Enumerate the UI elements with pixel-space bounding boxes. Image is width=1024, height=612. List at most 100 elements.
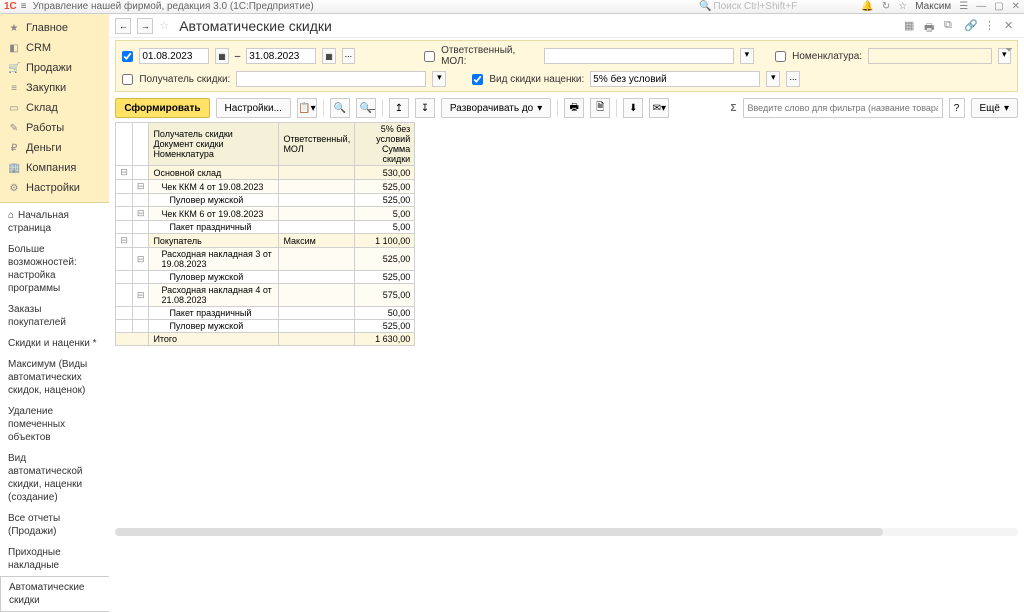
date-dash: –	[235, 51, 241, 62]
email-icon[interactable]: ✉▾	[649, 98, 669, 118]
main-area: ← → ☆ Автоматические скидки ▦ 🖶 ⧉ 🔗 ⋮ ✕ …	[109, 14, 1024, 538]
discount-type-dropdown-icon[interactable]: ▾	[766, 71, 780, 87]
responsible-input[interactable]	[544, 48, 734, 64]
menu-icon[interactable]: ≡	[21, 1, 27, 12]
responsible-checkbox[interactable]	[424, 51, 435, 62]
find-icon[interactable]: 🔍	[330, 98, 350, 118]
table-row[interactable]: ⊟Чек ККМ 4 от 19.08.2023525,00	[116, 180, 415, 194]
sidebar-item[interactable]: ≡Закупки	[0, 78, 109, 98]
nav-label: Компания	[26, 162, 76, 174]
table-row[interactable]: Пуловер мужской525,00	[116, 194, 415, 207]
sidebar-item[interactable]: ★Главное	[0, 18, 109, 38]
sidebar-item[interactable]: ₽Деньги	[0, 138, 109, 158]
sidebar-sub-item[interactable]: Скидки и наценки *	[0, 333, 109, 354]
sidebar-item[interactable]: ⚙Настройки	[0, 178, 109, 198]
print-icon[interactable]: 🖶	[924, 19, 938, 33]
nav-label: Продажи	[26, 62, 72, 74]
sidebar-item[interactable]: 🏢Компания	[0, 158, 109, 178]
toolbar: Сформировать Настройки... 📋▾ 🔍 🔍̶ ↥ ↧ Ра…	[109, 94, 1024, 122]
close-tab-icon[interactable]: ✕	[1004, 19, 1018, 33]
sidebar-item[interactable]: 🛒Продажи	[0, 58, 109, 78]
date-to-input[interactable]	[246, 48, 316, 64]
minimize-icon[interactable]: —	[976, 1, 986, 12]
expand-icon[interactable]: ↧	[415, 98, 435, 118]
clip-icon[interactable]: ⧉	[944, 19, 958, 33]
nomenclature-input[interactable]	[868, 48, 992, 64]
sidebar-sub-item[interactable]: Приходные накладные	[0, 542, 109, 576]
print-button-icon[interactable]: 🖶	[564, 98, 584, 118]
star-icon[interactable]: ☆	[898, 1, 907, 12]
nav-icon: ✎	[8, 123, 20, 134]
horizontal-scrollbar[interactable]	[115, 528, 1018, 536]
date-from-input[interactable]	[139, 48, 209, 64]
nomenclature-checkbox[interactable]	[775, 51, 786, 62]
tree-header-2	[132, 123, 149, 166]
date-enabled-checkbox[interactable]	[122, 51, 133, 62]
help-icon[interactable]: ?	[949, 98, 965, 118]
date-more-button[interactable]: ...	[342, 48, 355, 64]
favorite-icon[interactable]: ☆	[159, 19, 169, 32]
table-row[interactable]: Пакет праздничный50,00	[116, 307, 415, 320]
responsible-label: Ответственный, МОЛ:	[441, 45, 538, 67]
discount-type-more-button[interactable]: ...	[786, 71, 800, 87]
report-filter-input[interactable]	[743, 98, 943, 118]
link-icon[interactable]: 🔗	[964, 19, 978, 33]
sidebar-sub-item[interactable]: Максимум (Виды автоматических скидок, на…	[0, 354, 109, 401]
save-icon[interactable]: ▦	[904, 19, 918, 33]
table-row[interactable]: ⊟Расходная накладная 3 от 19.08.2023525,…	[116, 248, 415, 271]
search-icon[interactable]: 🔍	[699, 1, 711, 12]
bell-icon[interactable]: 🔔	[861, 1, 873, 12]
back-button[interactable]: ←	[115, 18, 131, 34]
recipient-dropdown-icon[interactable]: ▾	[432, 71, 446, 87]
sidebar-sub-item[interactable]: Заказы покупателей	[0, 299, 109, 333]
user-label[interactable]: Максим	[915, 1, 951, 12]
sidebar-sub-item[interactable]: Больше возможностей: настройка программы	[0, 239, 109, 299]
forward-button[interactable]: →	[137, 18, 153, 34]
discount-type-select[interactable]: 5% без условий	[590, 71, 760, 87]
responsible-dropdown-icon[interactable]: ▾	[740, 48, 753, 64]
variant-icon[interactable]: 📋▾	[297, 98, 317, 118]
app-title: Управление нашей фирмой, редакция 3.0 (1…	[33, 1, 314, 12]
table-row[interactable]: ⊟Расходная накладная 4 от 21.08.2023575,…	[116, 284, 415, 307]
sidebar-sub-item[interactable]: Вид автоматической скидки, наценки (созд…	[0, 448, 109, 508]
table-row[interactable]: Пуловер мужской525,00	[116, 320, 415, 333]
form-button[interactable]: Сформировать	[115, 98, 209, 118]
sidebar-sub-item[interactable]: ⌂Начальная страница	[0, 205, 109, 239]
table-row[interactable]: Пакет праздничный5,00	[116, 221, 415, 234]
table-row[interactable]: ⊟Основной склад530,00	[116, 166, 415, 180]
sidebar-item[interactable]: ◧CRM	[0, 38, 109, 58]
maximize-icon[interactable]: ▢	[994, 1, 1003, 12]
table-row[interactable]: ⊟ПокупательМаксим1 100,00	[116, 234, 415, 248]
nav-label: Склад	[26, 102, 58, 114]
funnel-icon[interactable]: ⏷	[1005, 45, 1013, 56]
page-header: ← → ☆ Автоматические скидки ▦ 🖶 ⧉ 🔗 ⋮ ✕	[109, 14, 1024, 38]
nav-label: Главное	[26, 22, 68, 34]
more-button[interactable]: Ещё ▾	[971, 98, 1019, 118]
sidebar-item[interactable]: ✎Работы	[0, 118, 109, 138]
calendar-from-icon[interactable]: ▦	[215, 48, 228, 64]
sidebar-sub-item[interactable]: Все отчеты (Продажи)	[0, 508, 109, 542]
preview-icon[interactable]: 🗎	[590, 98, 610, 118]
sigma-icon[interactable]: Σ	[730, 103, 736, 114]
sidebar-sub-item[interactable]: Удаление помеченных объектов	[0, 401, 109, 448]
table-row[interactable]: Пуловер мужской525,00	[116, 271, 415, 284]
settings-button[interactable]: Настройки...	[216, 98, 291, 118]
menu-lines-icon[interactable]: ☰	[959, 1, 968, 12]
nomenclature-label: Номенклатура:	[792, 51, 862, 62]
close-icon[interactable]: ✕	[1012, 1, 1020, 12]
find-reset-icon[interactable]: 🔍̶	[356, 98, 376, 118]
history-icon[interactable]: ↻	[882, 1, 890, 12]
discount-type-checkbox[interactable]	[472, 74, 483, 85]
table-row[interactable]: ⊟Чек ККМ 6 от 19.08.20235,00	[116, 207, 415, 221]
global-search[interactable]: Поиск Ctrl+Shift+F	[713, 1, 853, 12]
calendar-to-icon[interactable]: ▦	[322, 48, 335, 64]
more-icon[interactable]: ⋮	[984, 19, 998, 33]
save-file-icon[interactable]: ⬇	[623, 98, 643, 118]
sidebar-sub-item[interactable]: Автоматические скидки	[0, 576, 109, 612]
collapse-icon[interactable]: ↥	[389, 98, 409, 118]
recipient-checkbox[interactable]	[122, 74, 133, 85]
nav-icon: ◧	[8, 43, 20, 54]
expand-to-button[interactable]: Разворачивать до ▾	[441, 98, 551, 118]
recipient-input[interactable]	[236, 71, 426, 87]
sidebar-item[interactable]: ▭Склад	[0, 98, 109, 118]
